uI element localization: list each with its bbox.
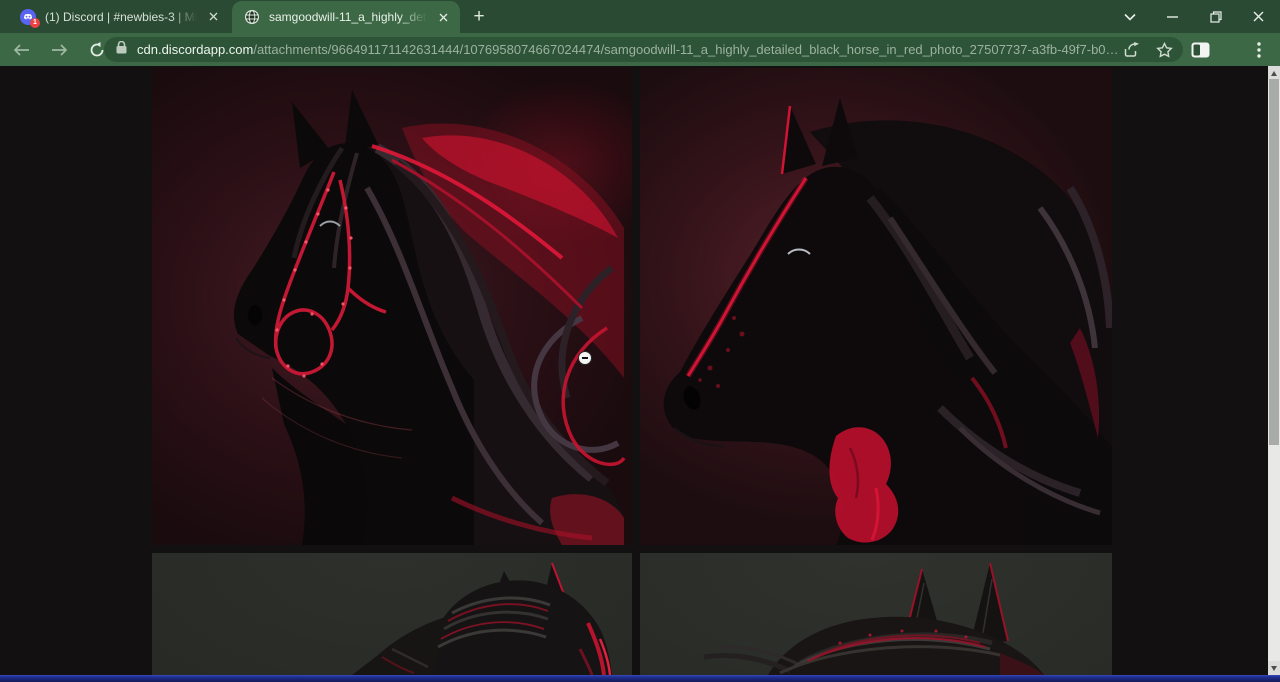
back-button[interactable] <box>7 36 35 64</box>
toolbar: cdn.discordapp.com/attachments/966491171… <box>0 33 1280 67</box>
close-window-button[interactable] <box>1237 0 1280 33</box>
page-scrollbar[interactable] <box>1268 66 1280 675</box>
tab-close-icon[interactable] <box>204 8 222 26</box>
scrollbar-thumb[interactable] <box>1269 79 1279 445</box>
url-path: /attachments/966491171142631444/10769580… <box>253 42 1118 57</box>
side-panel-icon[interactable] <box>1186 36 1214 64</box>
address-bar[interactable]: cdn.discordapp.com/attachments/966491171… <box>104 37 1183 62</box>
zoom-out-cursor-icon <box>578 351 592 365</box>
lock-icon[interactable] <box>116 41 128 59</box>
horse-image-grid <box>152 68 1112 675</box>
share-icon[interactable] <box>1119 37 1145 63</box>
bookmark-star-icon[interactable] <box>1151 37 1177 63</box>
horse-image-bottom-left[interactable] <box>152 553 632 675</box>
window-controls <box>1108 0 1280 33</box>
horse-image-top-left[interactable] <box>152 68 632 545</box>
tab-image-viewer[interactable]: samgoodwill-11_a_highly_detaile <box>232 1 460 33</box>
unread-badge: 1 <box>30 18 40 28</box>
scroll-up-arrow-icon[interactable] <box>1268 66 1280 80</box>
restore-button[interactable] <box>1194 0 1237 33</box>
tab-title: (1) Discord | #newbies-3 | Midjou <box>45 10 202 24</box>
tab-close-icon[interactable] <box>434 8 452 26</box>
tab-strip: 1 (1) Discord | #newbies-3 | Midjou samg… <box>0 0 1280 33</box>
browser-menu-icon[interactable] <box>1245 36 1273 64</box>
globe-favicon-icon <box>244 9 260 25</box>
forward-button[interactable] <box>45 36 73 64</box>
horse-image-top-right[interactable] <box>640 68 1112 545</box>
tab-title: samgoodwill-11_a_highly_detaile <box>269 10 432 24</box>
minimize-button[interactable] <box>1151 0 1194 33</box>
tab-search-chevron-icon[interactable] <box>1108 0 1151 33</box>
taskbar-edge <box>0 675 1280 682</box>
url-domain: cdn.discordapp.com <box>137 42 253 57</box>
page-content <box>0 66 1280 675</box>
discord-favicon-icon: 1 <box>20 9 36 25</box>
scroll-down-arrow-icon[interactable] <box>1268 661 1280 675</box>
horse-image-bottom-right[interactable] <box>640 553 1112 675</box>
new-tab-button[interactable]: + <box>466 4 492 30</box>
tab-discord[interactable]: 1 (1) Discord | #newbies-3 | Midjou <box>8 0 230 33</box>
url-text: cdn.discordapp.com/attachments/966491171… <box>137 42 1119 57</box>
